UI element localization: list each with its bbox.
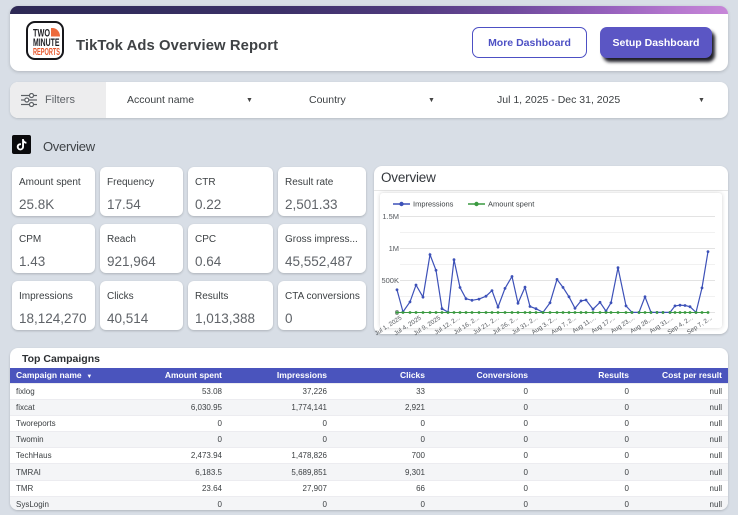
svg-text:Amount spent: Amount spent (488, 200, 535, 209)
svg-text:REPORTS: REPORTS (33, 46, 60, 58)
svg-text:500K: 500K (381, 276, 399, 285)
svg-text:1M: 1M (389, 244, 399, 253)
svg-text:1.5M: 1.5M (382, 212, 399, 221)
svg-text:Impressions: Impressions (413, 200, 454, 209)
